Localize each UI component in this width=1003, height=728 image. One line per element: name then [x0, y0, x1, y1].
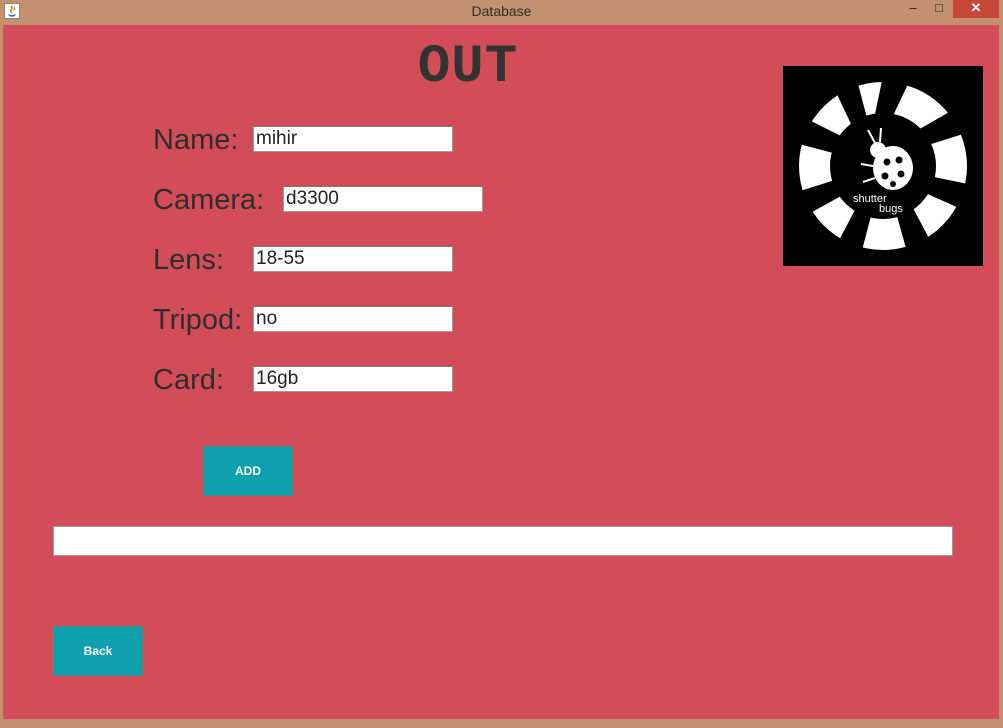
close-button[interactable]: ✕	[953, 0, 999, 18]
shutterbugs-logo: shutter bugs	[783, 66, 983, 266]
tripod-field[interactable]	[253, 306, 453, 332]
lens-field[interactable]	[253, 246, 453, 272]
tripod-label: Tripod:	[153, 304, 243, 336]
camera-field[interactable]	[283, 186, 483, 212]
title-bar: Database – □ ✕	[0, 0, 1003, 25]
form-panel: OUT Name: Camera: Lens: Tripod: Card: AD…	[3, 25, 999, 719]
card-field[interactable]	[253, 366, 453, 392]
back-button[interactable]: Back	[53, 626, 143, 676]
lens-label: Lens:	[153, 244, 224, 276]
camera-label: Camera:	[153, 184, 265, 216]
result-field[interactable]	[53, 526, 953, 556]
name-label: Name:	[153, 124, 239, 156]
window-title: Database	[471, 3, 532, 19]
minimize-button[interactable]: –	[902, 0, 924, 18]
add-button[interactable]: ADD	[203, 446, 293, 496]
maximize-button[interactable]: □	[928, 0, 950, 18]
card-label: Card:	[153, 364, 224, 396]
logo-text-line2: bugs	[879, 203, 903, 215]
name-field[interactable]	[253, 126, 453, 152]
page-title: OUT	[417, 37, 519, 98]
